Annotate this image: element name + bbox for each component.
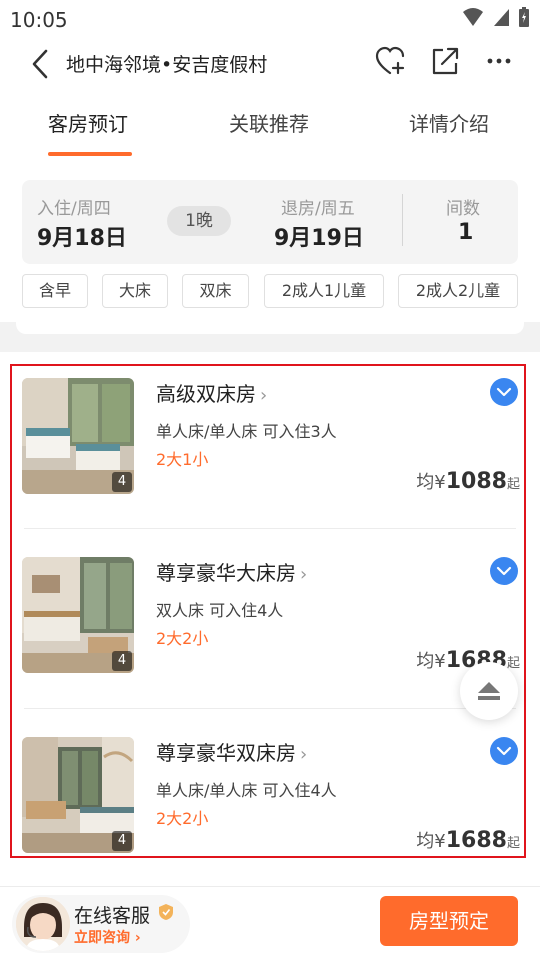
tab-bar: 客房预订 关联推荐 详情介绍 xyxy=(0,98,540,162)
favorite-button[interactable] xyxy=(374,44,408,78)
top-header: 地中海邻境•安吉度假村 xyxy=(0,36,540,92)
price-amount: 1688 xyxy=(445,828,507,853)
hotel-title: 地中海邻境•安吉度假村 xyxy=(66,54,268,76)
wifi-icon xyxy=(463,8,483,26)
room-bed-info: 单人床/单人床 可入住4人 xyxy=(156,781,337,800)
expand-button[interactable] xyxy=(490,557,518,585)
check-circle-icon xyxy=(496,387,512,397)
rooms-label: 间数 xyxy=(446,199,480,219)
signal-icon xyxy=(494,9,509,26)
room-bed-info: 单人床/单人床 可入住3人 xyxy=(156,422,337,441)
room-list: 4 高级双床房 › 单人床/单人床 可入住3人 2大1小 均¥1088起 4 尊… xyxy=(10,364,526,858)
online-service-button[interactable]: 在线客服 立即咨询 › xyxy=(12,895,190,953)
card-bottom-edge xyxy=(16,322,524,334)
checkin-date[interactable]: 9月18日 xyxy=(37,220,127,252)
room-price: 均¥1088起 xyxy=(416,468,520,494)
eject-icon xyxy=(478,682,500,700)
price-prefix: 均¥ xyxy=(416,831,446,852)
back-arrow-icon xyxy=(32,49,48,79)
room-name-text: 尊享豪华大床房 xyxy=(156,561,296,585)
room-occupancy: 2大2小 xyxy=(156,809,209,828)
service-avatar-image xyxy=(16,897,70,951)
chevron-right-icon: › xyxy=(300,744,308,765)
price-suffix: 起 xyxy=(506,836,520,851)
tab-active-indicator xyxy=(48,152,132,156)
price-suffix: 起 xyxy=(506,656,520,671)
filter-chip-2adult-1child[interactable]: 2成人1儿童 xyxy=(264,274,384,308)
header-actions xyxy=(374,44,516,78)
room-name[interactable]: 尊享豪华大床房 › xyxy=(156,557,307,586)
filter-chip-twin-bed[interactable]: 双床 xyxy=(182,274,249,308)
expand-button[interactable] xyxy=(490,378,518,406)
filter-chip-2adult-2child[interactable]: 2成人2儿童 xyxy=(398,274,518,308)
room-image[interactable]: 4 xyxy=(22,737,134,853)
chevron-right-icon: › xyxy=(260,385,268,406)
shield-icon xyxy=(159,904,173,920)
filter-chip-big-bed[interactable]: 大床 xyxy=(102,274,168,308)
bottom-bar: 在线客服 立即咨询 › 房型预定 xyxy=(0,886,540,960)
room-card[interactable]: 4 尊享豪华双床房 › 单人床/单人床 可入住4人 2大2小 均¥1688起 xyxy=(12,731,524,909)
filter-chip-breakfast[interactable]: 含早 xyxy=(22,274,88,308)
service-consult-text: 立即咨询 xyxy=(74,930,130,946)
more-icon xyxy=(487,58,511,64)
battery-icon xyxy=(519,7,529,27)
room-occupancy: 2大2小 xyxy=(156,629,209,648)
nights-badge: 1晚 xyxy=(167,206,231,236)
tab-room-booking[interactable]: 客房预订 xyxy=(48,108,128,137)
room-price: 均¥1688起 xyxy=(416,827,520,853)
scroll-top-button[interactable] xyxy=(460,662,518,720)
book-room-type-button[interactable]: 房型预定 xyxy=(380,896,518,946)
room-image[interactable]: 4 xyxy=(22,557,134,673)
tab-related-recommendations[interactable]: 关联推荐 xyxy=(229,108,309,137)
image-count: 4 xyxy=(112,651,132,671)
price-suffix: 起 xyxy=(506,477,520,492)
chevron-right-icon: › xyxy=(300,564,308,585)
rooms-count[interactable]: 1 xyxy=(458,220,473,245)
price-prefix: 均¥ xyxy=(416,651,446,672)
service-title: 在线客服 xyxy=(74,905,151,927)
room-name-text: 尊享豪华双床房 xyxy=(156,741,296,765)
divider xyxy=(402,194,403,246)
share-icon xyxy=(432,47,459,75)
status-time: 10:05 xyxy=(10,8,68,32)
room-name[interactable]: 尊享豪华双床房 › xyxy=(156,737,307,766)
tab-details[interactable]: 详情介绍 xyxy=(409,108,489,137)
price-prefix: 均¥ xyxy=(416,472,446,493)
image-count: 4 xyxy=(112,472,132,492)
date-selector[interactable]: 入住/周四 9月18日 1晚 退房/周五 9月19日 间数 1 xyxy=(22,180,518,264)
share-button[interactable] xyxy=(428,44,462,78)
expand-button[interactable] xyxy=(490,737,518,765)
checkout-label: 退房/周五 xyxy=(281,199,355,219)
more-button[interactable] xyxy=(482,44,516,78)
room-bed-info: 双人床 可入住4人 xyxy=(156,601,284,620)
price-amount: 1088 xyxy=(445,469,507,494)
room-occupancy: 2大1小 xyxy=(156,450,209,469)
check-circle-icon xyxy=(496,746,512,756)
checkin-label: 入住/周四 xyxy=(37,199,111,219)
avatar xyxy=(16,897,70,951)
check-circle-icon xyxy=(496,566,512,576)
room-divider xyxy=(24,528,516,529)
image-count: 4 xyxy=(112,831,132,851)
room-name[interactable]: 高级双床房 › xyxy=(156,378,267,407)
status-bar: 10:05 xyxy=(0,0,540,36)
room-card[interactable]: 4 尊享豪华大床房 › 双人床 可入住4人 2大2小 均¥1688起 xyxy=(12,551,524,729)
chevron-right-icon: › xyxy=(130,930,141,946)
service-consult-link[interactable]: 立即咨询 › xyxy=(74,927,141,947)
heart-plus-icon xyxy=(375,46,405,75)
checkout-date[interactable]: 9月19日 xyxy=(274,220,364,252)
room-divider xyxy=(24,708,516,709)
back-button[interactable] xyxy=(22,46,58,82)
room-name-text: 高级双床房 xyxy=(156,382,256,406)
status-icons xyxy=(462,6,530,28)
room-card[interactable]: 4 高级双床房 › 单人床/单人床 可入住3人 2大1小 均¥1088起 xyxy=(12,372,524,550)
room-image[interactable]: 4 xyxy=(22,378,134,494)
